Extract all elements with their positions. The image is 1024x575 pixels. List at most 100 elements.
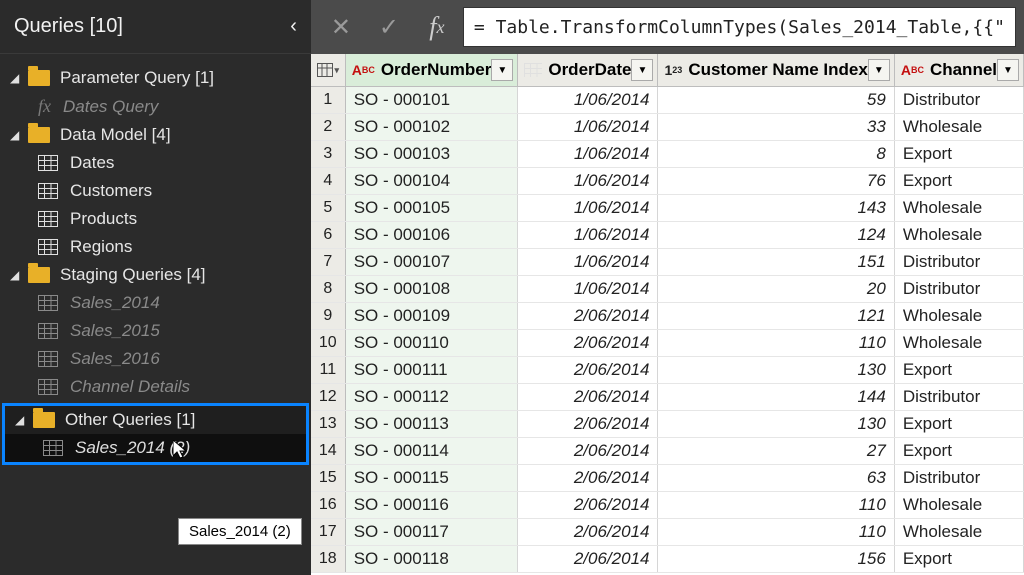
filter-dropdown-button[interactable]: ▼ [491,59,513,81]
cell-ordernumber[interactable]: SO - 000118 [345,546,518,573]
tree-item[interactable]: Products [0,205,311,233]
table-row[interactable]: 1 SO - 000101 1/06/2014 59 Distributor [311,87,1024,114]
cell-ordernumber[interactable]: SO - 000112 [345,384,518,411]
cell-channel[interactable]: Distributor [894,87,1023,114]
fx-icon[interactable]: fx [415,7,459,47]
cell-orderdate[interactable]: 2/06/2014 [518,438,658,465]
cell-customer-index[interactable]: 151 [658,249,894,276]
cell-ordernumber[interactable]: SO - 000108 [345,276,518,303]
table-row[interactable]: 16 SO - 000116 2/06/2014 110 Wholesale [311,492,1024,519]
cell-ordernumber[interactable]: SO - 000114 [345,438,518,465]
tree-item[interactable]: Channel Details [0,373,311,401]
table-row[interactable]: 10 SO - 000110 2/06/2014 110 Wholesale [311,330,1024,357]
table-row[interactable]: 15 SO - 000115 2/06/2014 63 Distributor [311,465,1024,492]
cell-orderdate[interactable]: 2/06/2014 [518,411,658,438]
tree-item[interactable]: Sales_2016 [0,345,311,373]
table-row[interactable]: 6 SO - 000106 1/06/2014 124 Wholesale [311,222,1024,249]
cell-customer-index[interactable]: 130 [658,357,894,384]
cell-customer-index[interactable]: 110 [658,492,894,519]
filter-dropdown-button[interactable]: ▼ [997,59,1019,81]
row-number[interactable]: 15 [311,465,345,492]
tree-item[interactable]: Customers [0,177,311,205]
column-header[interactable]: ABC OrderNumber ▼ [345,54,518,87]
cell-orderdate[interactable]: 1/06/2014 [518,222,658,249]
cell-channel[interactable]: Wholesale [894,222,1023,249]
cell-customer-index[interactable]: 144 [658,384,894,411]
cell-ordernumber[interactable]: SO - 000104 [345,168,518,195]
cell-channel[interactable]: Export [894,411,1023,438]
cell-channel[interactable]: Distributor [894,384,1023,411]
cell-ordernumber[interactable]: SO - 000109 [345,303,518,330]
cell-ordernumber[interactable]: SO - 000113 [345,411,518,438]
cell-orderdate[interactable]: 1/06/2014 [518,195,658,222]
tree-item[interactable]: Regions [0,233,311,261]
cell-orderdate[interactable]: 1/06/2014 [518,168,658,195]
cell-orderdate[interactable]: 1/06/2014 [518,276,658,303]
tree-item[interactable]: Sales_2014 (2) [5,434,306,462]
tree-group[interactable]: ◢ Data Model [4] [0,121,311,149]
row-number[interactable]: 17 [311,519,345,546]
table-row[interactable]: 8 SO - 000108 1/06/2014 20 Distributor [311,276,1024,303]
filter-dropdown-button[interactable]: ▼ [631,59,653,81]
row-number[interactable]: 1 [311,87,345,114]
row-number[interactable]: 18 [311,546,345,573]
cell-ordernumber[interactable]: SO - 000110 [345,330,518,357]
cell-orderdate[interactable]: 2/06/2014 [518,303,658,330]
row-number[interactable]: 13 [311,411,345,438]
tree-item[interactable]: fx Dates Query [0,92,311,121]
row-number[interactable]: 4 [311,168,345,195]
row-number[interactable]: 9 [311,303,345,330]
cell-customer-index[interactable]: 143 [658,195,894,222]
row-number[interactable]: 6 [311,222,345,249]
formula-input[interactable] [463,7,1016,47]
cell-ordernumber[interactable]: SO - 000106 [345,222,518,249]
cell-orderdate[interactable]: 2/06/2014 [518,492,658,519]
tree-group[interactable]: ◢ Other Queries [1] [5,406,306,434]
cell-customer-index[interactable]: 110 [658,519,894,546]
table-row[interactable]: 7 SO - 000107 1/06/2014 151 Distributor [311,249,1024,276]
cancel-formula-button[interactable]: ✕ [319,7,363,47]
cell-channel[interactable]: Export [894,546,1023,573]
cell-ordernumber[interactable]: SO - 000102 [345,114,518,141]
cell-customer-index[interactable]: 110 [658,330,894,357]
table-row[interactable]: 18 SO - 000118 2/06/2014 156 Export [311,546,1024,573]
cell-customer-index[interactable]: 121 [658,303,894,330]
cell-customer-index[interactable]: 63 [658,465,894,492]
cell-channel[interactable]: Wholesale [894,114,1023,141]
cell-customer-index[interactable]: 20 [658,276,894,303]
cell-orderdate[interactable]: 2/06/2014 [518,465,658,492]
row-number[interactable]: 12 [311,384,345,411]
filter-dropdown-button[interactable]: ▼ [868,59,890,81]
row-number[interactable]: 5 [311,195,345,222]
cell-customer-index[interactable]: 156 [658,546,894,573]
column-header[interactable]: 123 Customer Name Index ▼ [658,54,894,87]
cell-channel[interactable]: Wholesale [894,303,1023,330]
tree-item[interactable]: Sales_2014 [0,289,311,317]
cell-ordernumber[interactable]: SO - 000117 [345,519,518,546]
cell-ordernumber[interactable]: SO - 000101 [345,87,518,114]
table-row[interactable]: 11 SO - 000111 2/06/2014 130 Export [311,357,1024,384]
cell-orderdate[interactable]: 2/06/2014 [518,384,658,411]
cell-ordernumber[interactable]: SO - 000111 [345,357,518,384]
cell-orderdate[interactable]: 1/06/2014 [518,141,658,168]
cell-channel[interactable]: Wholesale [894,330,1023,357]
cell-customer-index[interactable]: 130 [658,411,894,438]
cell-channel[interactable]: Export [894,168,1023,195]
commit-formula-button[interactable]: ✓ [367,7,411,47]
tree-item[interactable]: Dates [0,149,311,177]
column-header[interactable]: ABC Channel ▼ [894,54,1023,87]
table-row[interactable]: 13 SO - 000113 2/06/2014 130 Export [311,411,1024,438]
row-number[interactable]: 10 [311,330,345,357]
table-row[interactable]: 12 SO - 000112 2/06/2014 144 Distributor [311,384,1024,411]
cell-customer-index[interactable]: 33 [658,114,894,141]
cell-ordernumber[interactable]: SO - 000105 [345,195,518,222]
cell-channel[interactable]: Distributor [894,465,1023,492]
cell-customer-index[interactable]: 76 [658,168,894,195]
row-number[interactable]: 8 [311,276,345,303]
cell-orderdate[interactable]: 2/06/2014 [518,519,658,546]
tree-group[interactable]: ◢ Staging Queries [4] [0,261,311,289]
cell-orderdate[interactable]: 2/06/2014 [518,330,658,357]
cell-orderdate[interactable]: 1/06/2014 [518,249,658,276]
cell-ordernumber[interactable]: SO - 000115 [345,465,518,492]
cell-channel[interactable]: Wholesale [894,195,1023,222]
